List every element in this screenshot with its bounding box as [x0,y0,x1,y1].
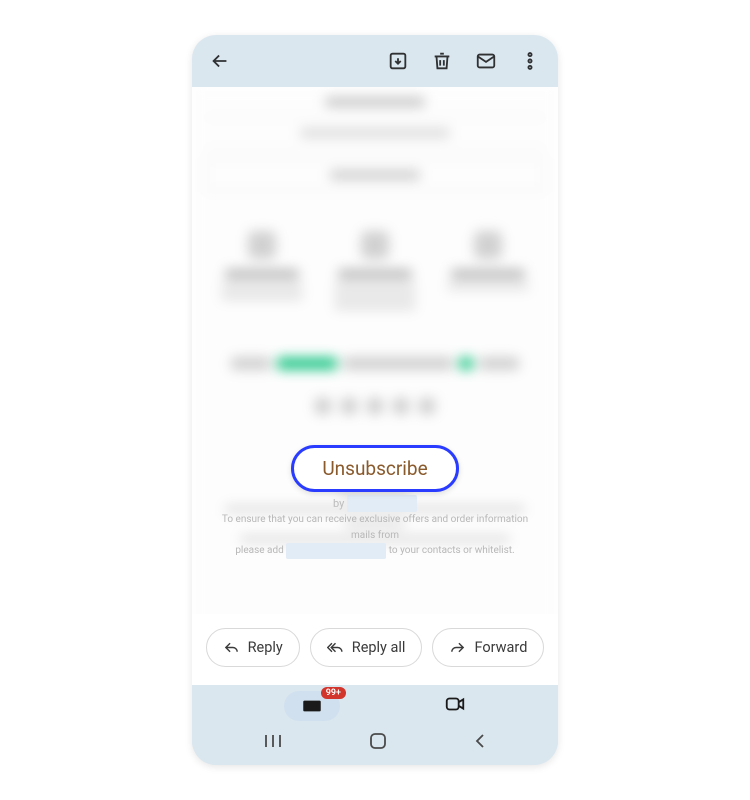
phone-frame: Unsubscribe by To ensure that you can re… [192,35,558,765]
more-vert-icon [519,50,541,72]
reply-icon [223,639,240,656]
unsubscribe-button[interactable]: Unsubscribe [291,445,458,492]
fineprint-line1: To ensure that you can receive exclusive… [214,512,536,543]
reply-all-icon [327,639,344,656]
forward-label: Forward [474,639,527,656]
mail-badge: 99+ [321,687,346,699]
forward-button[interactable]: Forward [432,628,544,667]
reply-button[interactable]: Reply [206,628,300,667]
archive-button[interactable] [380,43,416,79]
reply-label: Reply [248,639,283,656]
reply-all-button[interactable]: Reply all [310,628,423,667]
arrow-left-icon [209,50,231,72]
email-body-blurred [192,87,558,685]
redacted-address [286,543,386,559]
bottom-tab-bar: 99+ [192,685,558,727]
reply-all-label: Reply all [352,639,406,656]
nav-home[interactable] [369,732,387,754]
nav-recents[interactable] [263,733,283,753]
email-content[interactable]: Unsubscribe by To ensure that you can re… [192,87,558,685]
trash-icon [431,50,453,72]
recents-icon [263,733,283,749]
android-nav-bar [192,727,558,765]
unsubscribe-callout: Unsubscribe [192,445,558,492]
fineprint-line2a: please add [235,545,283,556]
tab-meet[interactable] [444,693,466,719]
fineprint-line2b: to your contacts or whitelist. [389,545,515,556]
back-icon [473,733,487,749]
forward-icon [449,639,466,656]
email-fineprint: by To ensure that you can receive exclus… [192,495,558,559]
action-row: Reply Reply all Forward [192,614,558,685]
redacted-sender [347,495,417,512]
nav-back[interactable] [473,733,487,753]
by-text: by [333,497,344,510]
mail-icon [302,696,322,716]
archive-icon [387,50,409,72]
envelope-icon [475,50,497,72]
mark-unread-button[interactable] [468,43,504,79]
back-button[interactable] [202,43,238,79]
home-icon [369,732,387,750]
app-bar [192,35,558,87]
overflow-button[interactable] [512,43,548,79]
meet-icon [444,693,466,715]
delete-button[interactable] [424,43,460,79]
tab-mail[interactable]: 99+ [284,691,340,721]
